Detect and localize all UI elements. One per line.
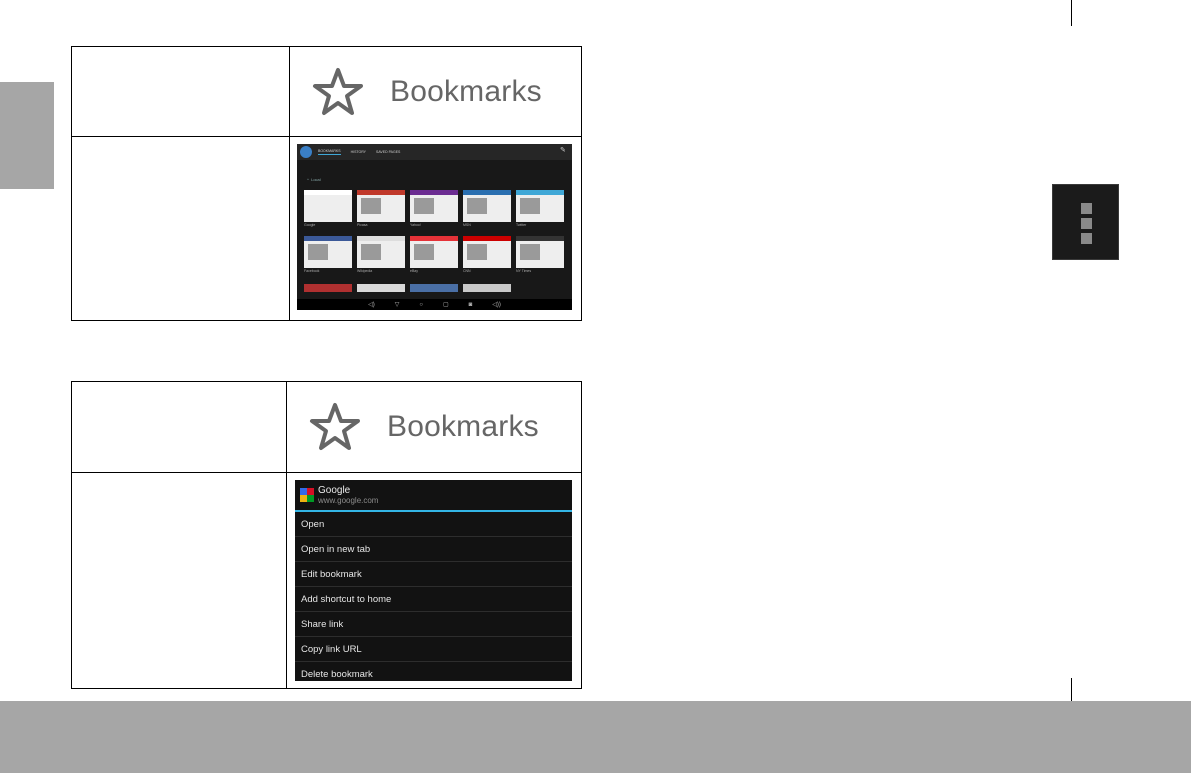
thumbnail-image: [361, 198, 381, 214]
step-table-context-menu: Bookmarks Google www.google.com Open Ope…: [71, 381, 582, 689]
step-image-cell: Bookmarks: [289, 46, 582, 137]
thumbnail-caption: MSN: [463, 223, 471, 227]
context-menu-url: www.google.com: [318, 495, 379, 505]
bookmark-thumbnail[interactable]: MSN: [463, 190, 511, 227]
volume-down-icon[interactable]: ◁): [368, 301, 375, 308]
settings-icon[interactable]: ✎: [560, 147, 568, 155]
thumbnail-image: [361, 244, 381, 260]
bookmark-thumbnail[interactable]: eBay: [410, 236, 458, 273]
bookmark-thumbnail[interactable]: Twitter: [516, 190, 564, 227]
thumbnail-header: [463, 236, 511, 241]
context-menu-list: Open Open in new tab Edit bookmark Add shor…: [295, 512, 572, 681]
bookmark-context-menu-screenshot: Google www.google.com Open Open in new ta…: [295, 480, 572, 681]
google-favicon-icon: [300, 488, 314, 502]
divider: [1071, 678, 1072, 701]
bookmark-thumbnail[interactable]: CNN: [463, 236, 511, 273]
recents-icon[interactable]: ▢: [443, 301, 449, 308]
step-description-cell: [71, 472, 287, 689]
star-outline-icon: [310, 403, 360, 450]
thumbnail-caption: Google: [304, 223, 316, 227]
globe-icon: [300, 146, 312, 158]
bookmark-thumbnail[interactable]: Picasa: [357, 190, 405, 227]
thumbnail-image: [414, 198, 434, 214]
context-menu-header: Google www.google.com: [295, 480, 572, 512]
menu-dot: [1081, 203, 1092, 214]
context-menu-item[interactable]: Open in new tab: [295, 537, 572, 562]
context-menu-item[interactable]: Share link: [295, 612, 572, 637]
thumbnail-header: [516, 190, 564, 195]
bookmarks-label: Bookmarks: [387, 410, 539, 443]
bookmarks-button[interactable]: Bookmarks: [287, 383, 581, 471]
thumbnail-header: [304, 190, 352, 195]
context-menu-item[interactable]: Open: [295, 512, 572, 537]
bookmark-thumbnail-grid: Google Picasa Yahoo! MSN Twitter Facebook Wiki…: [304, 190, 564, 273]
thumbnail-header: [516, 236, 564, 241]
back-icon[interactable]: ▽: [395, 301, 400, 308]
bookmark-thumbnail[interactable]: NY Times: [516, 236, 564, 273]
thumbnail-header: [410, 190, 458, 195]
screenshot-icon[interactable]: ◙: [469, 302, 473, 308]
step-description-cell: [71, 46, 290, 137]
context-menu-title: Google: [318, 484, 351, 496]
bookmarks-button[interactable]: Bookmarks: [290, 48, 581, 136]
overflow-menu-button[interactable]: [1052, 184, 1119, 260]
section-tab: [0, 82, 54, 189]
step-image-cell: BOOKMARKS HISTORY SAVED PAGES ✎ ^ Local …: [289, 136, 582, 321]
thumbnail-header: [410, 236, 458, 241]
thumbnail-image: [467, 198, 487, 214]
context-menu-item[interactable]: Edit bookmark: [295, 562, 572, 587]
context-menu-item[interactable]: Delete bookmark: [295, 662, 572, 681]
tab-bookmarks[interactable]: BOOKMARKS: [318, 149, 341, 155]
thumbnail-caption: Picasa: [357, 223, 368, 227]
menu-dot: [1081, 233, 1092, 244]
thumbnail-image: [520, 244, 540, 260]
tab-saved-pages[interactable]: SAVED PAGES: [376, 150, 400, 154]
thumbnail-header: [463, 190, 511, 195]
footer-band: [0, 701, 1191, 773]
thumbnail-row-partial: [304, 284, 511, 292]
step-table-bookmarks: Bookmarks BOOKMARKS HISTORY SAVED PAGES …: [71, 46, 582, 321]
manual-page: Bookmarks BOOKMARKS HISTORY SAVED PAGES …: [0, 0, 1191, 773]
bookmark-thumbnail[interactable]: Yahoo!: [410, 190, 458, 227]
tab-history[interactable]: HISTORY: [351, 150, 366, 154]
volume-up-icon[interactable]: ◁)): [492, 301, 501, 308]
divider: [1071, 0, 1072, 26]
thumbnail-caption: NY Times: [516, 269, 532, 273]
thumbnail-caption: Wikipedia: [357, 269, 373, 273]
thumbnail-caption: Facebook: [304, 269, 320, 273]
context-menu-item[interactable]: Copy link URL: [295, 637, 572, 662]
thumbnail-header: [304, 236, 352, 241]
step-image-cell: Google www.google.com Open Open in new ta…: [286, 472, 582, 689]
browser-tab-bar: BOOKMARKS HISTORY SAVED PAGES ✎: [297, 144, 572, 160]
thumbnail-image: [308, 244, 328, 260]
bookmarks-label: Bookmarks: [390, 74, 542, 108]
bookmark-thumbnail[interactable]: Facebook: [304, 236, 352, 273]
thumbnail-image: [308, 198, 328, 214]
step-description-cell: [71, 381, 287, 473]
thumbnail-image: [467, 244, 487, 260]
section-local-label: ^ Local: [307, 177, 321, 182]
thumbnail-image: [520, 198, 540, 214]
system-nav-bar: ◁) ▽ ○ ▢ ◙ ◁)): [297, 299, 572, 310]
bookmark-thumbnail[interactable]: Wikipedia: [357, 236, 405, 273]
context-menu-item[interactable]: Add shortcut to home: [295, 587, 572, 612]
star-outline-icon: [313, 67, 363, 115]
thumbnail-caption: Yahoo!: [410, 223, 421, 227]
thumbnail-header: [357, 236, 405, 241]
thumbnail-caption: CNN: [463, 269, 471, 273]
thumbnail-image: [414, 244, 434, 260]
thumbnail-caption: eBay: [410, 269, 418, 273]
step-description-cell: [71, 136, 290, 321]
menu-dot: [1081, 218, 1092, 229]
step-image-cell: Bookmarks: [286, 381, 582, 473]
home-icon[interactable]: ○: [419, 302, 423, 308]
bookmark-thumbnail[interactable]: Google: [304, 190, 352, 227]
thumbnail-caption: Twitter: [516, 223, 527, 227]
thumbnail-header: [357, 190, 405, 195]
browser-bookmarks-screenshot: BOOKMARKS HISTORY SAVED PAGES ✎ ^ Local …: [297, 144, 572, 310]
